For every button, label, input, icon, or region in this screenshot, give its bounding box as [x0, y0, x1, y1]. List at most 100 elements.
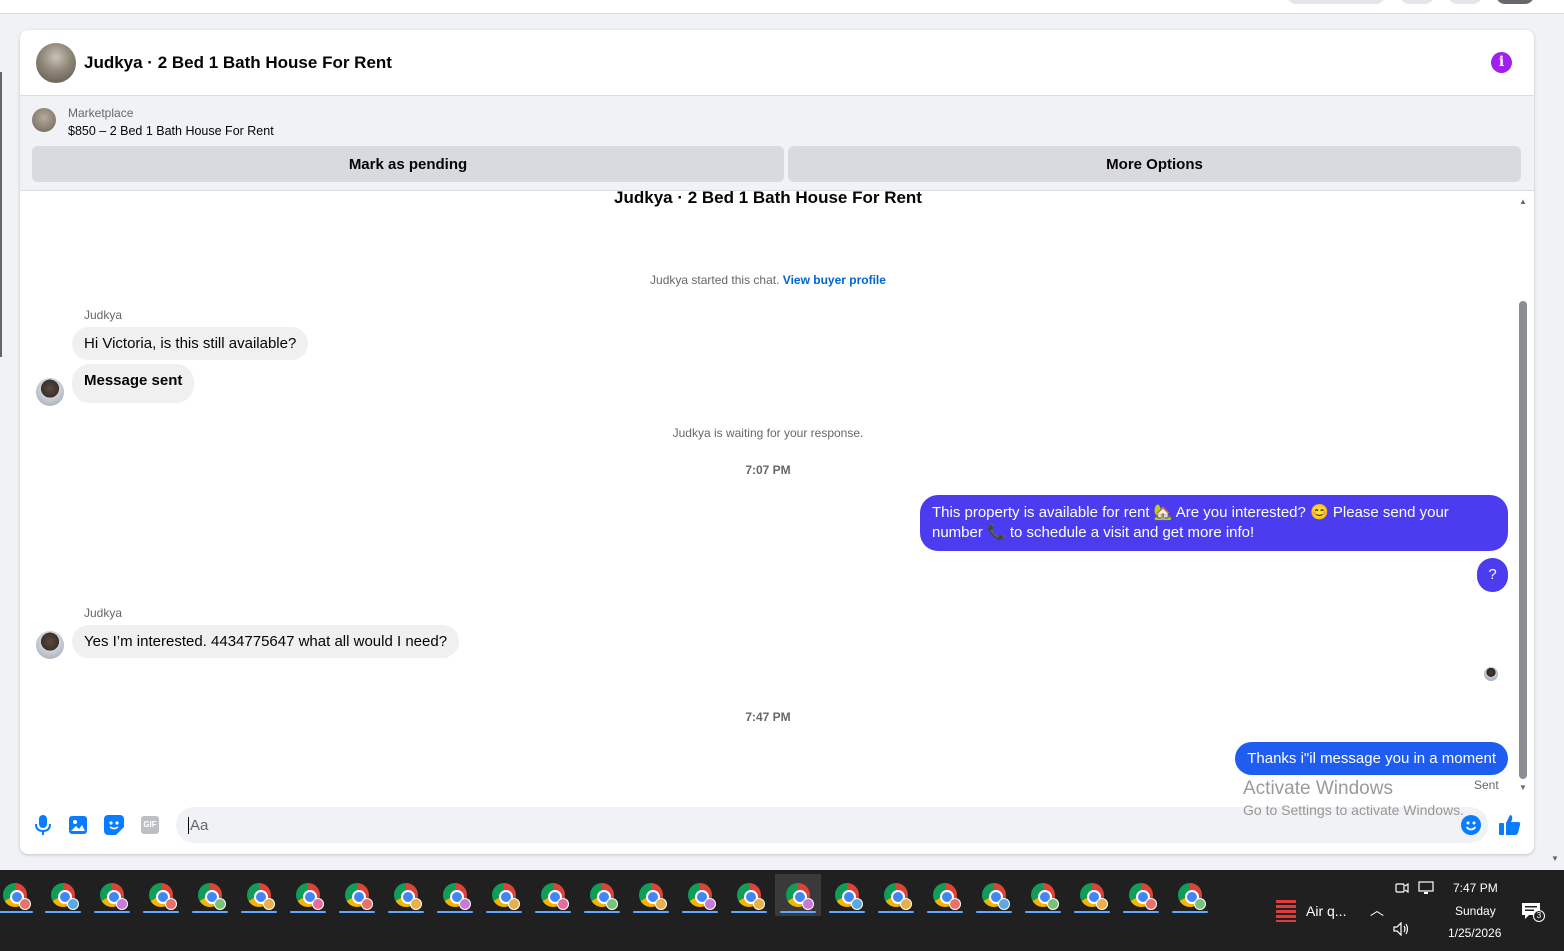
incoming-message[interactable]: Message sent	[72, 364, 195, 403]
air-quality-icon	[1276, 900, 1296, 922]
chrome-icon	[884, 883, 912, 910]
chrome-taskbar-app-active[interactable]	[775, 874, 821, 916]
chrome-taskbar-app[interactable]	[0, 874, 38, 916]
chrome-icon	[982, 883, 1010, 910]
chrome-icon	[443, 883, 471, 910]
chat-panel: Judkya · 2 Bed 1 Bath House For Rent i M…	[20, 30, 1534, 854]
top-nav-pill[interactable]	[1287, 0, 1385, 4]
clock-date[interactable]: 1/25/2026	[1448, 926, 1501, 940]
volume-icon[interactable]	[1393, 921, 1411, 939]
listing-thumbnail[interactable]	[32, 108, 56, 132]
buyer-avatar[interactable]	[36, 378, 64, 406]
chat-title[interactable]: Judkya · 2 Bed 1 Bath House For Rent	[84, 53, 392, 73]
more-options-button[interactable]: More Options	[788, 146, 1521, 182]
chrome-taskbar-app[interactable]	[1069, 874, 1115, 916]
chrome-taskbar-app[interactable]	[922, 874, 968, 916]
chrome-icon	[1178, 883, 1206, 910]
photo-icon[interactable]	[67, 814, 89, 836]
chrome-icon	[51, 883, 79, 910]
top-nav-button[interactable]	[1400, 0, 1434, 4]
chrome-icon	[296, 883, 324, 910]
message-placeholder: Aa	[190, 816, 209, 834]
chrome-taskbar-app[interactable]	[89, 874, 135, 916]
chrome-icon	[149, 883, 177, 910]
sender-name: Judkya	[84, 308, 123, 322]
chevron-up-icon[interactable]: ︿	[1370, 900, 1384, 920]
chrome-taskbar-app[interactable]	[1167, 874, 1213, 916]
listing-avatar[interactable]	[36, 42, 76, 83]
notification-count-badge: 3	[1533, 910, 1545, 922]
clock-day[interactable]: Sunday	[1455, 904, 1496, 918]
chrome-icon	[394, 883, 422, 910]
chrome-icon	[345, 883, 373, 910]
chrome-taskbar-app[interactable]	[187, 874, 233, 916]
chat-header: Judkya · 2 Bed 1 Bath House For Rent i	[20, 30, 1534, 95]
chrome-taskbar-app[interactable]	[873, 874, 919, 916]
info-icon[interactable]: i	[1491, 52, 1512, 73]
chrome-icon	[639, 883, 667, 910]
chrome-taskbar-app[interactable]	[824, 874, 870, 916]
outgoing-message[interactable]: ?	[1477, 558, 1508, 592]
chrome-icon	[1080, 883, 1108, 910]
gif-icon[interactable]: GIF	[139, 814, 161, 836]
chrome-icon	[3, 883, 31, 910]
chrome-taskbar-app[interactable]	[530, 874, 576, 916]
chrome-icon	[933, 883, 961, 910]
weather-widget[interactable]: Air q...	[1276, 900, 1346, 922]
listing-price-title[interactable]: $850 – 2 Bed 1 Bath House For Rent	[68, 124, 274, 138]
page-scroll-down-icon[interactable]: ▼	[1551, 854, 1559, 863]
top-nav-button[interactable]	[1448, 0, 1482, 4]
chrome-taskbar-app[interactable]	[971, 874, 1017, 916]
outgoing-message[interactable]: This property is available for rent 🏡 Ar…	[920, 495, 1508, 551]
chrome-taskbar-app[interactable]	[579, 874, 625, 916]
chrome-icon	[835, 883, 863, 910]
message-status: Sent	[1474, 778, 1499, 792]
chrome-taskbar-app[interactable]	[677, 874, 723, 916]
outgoing-message[interactable]: Thanks i"il message you in a moment	[1235, 742, 1508, 775]
activate-windows-watermark: Activate Windows Go to Settings to activ…	[1243, 778, 1464, 818]
chrome-taskbar-app[interactable]	[383, 874, 429, 916]
chrome-taskbar-app[interactable]	[285, 874, 331, 916]
chrome-taskbar-app[interactable]	[40, 874, 86, 916]
timestamp: 7:47 PM	[745, 710, 791, 724]
mark-as-pending-button[interactable]: Mark as pending	[32, 146, 784, 182]
network-icon[interactable]	[1418, 881, 1434, 898]
chrome-taskbar-app[interactable]	[138, 874, 184, 916]
chat-started-note: Judkya started this chat. View buyer pro…	[20, 273, 1516, 287]
conversation-scrollbar[interactable]: ▲ ▼	[1518, 197, 1528, 793]
notification-center-icon[interactable]: 3	[1521, 902, 1545, 923]
incoming-message[interactable]: Hi Victoria, is this still available?	[72, 327, 309, 360]
scroll-up-arrow-icon[interactable]: ▲	[1518, 197, 1528, 206]
scrollbar-thumb[interactable]	[1519, 301, 1527, 779]
incoming-message[interactable]: Yes I’m interested. 4434775647 what all …	[72, 625, 460, 658]
chrome-icon	[198, 883, 226, 910]
meet-now-icon[interactable]	[1395, 881, 1409, 898]
chrome-icon	[590, 883, 618, 910]
clock-time[interactable]: 7:47 PM	[1453, 881, 1498, 895]
thumbs-up-icon[interactable]	[1499, 814, 1521, 836]
chrome-taskbar-app[interactable]	[726, 874, 772, 916]
browser-page-top	[0, 0, 1564, 14]
chrome-taskbar-app[interactable]	[334, 874, 380, 916]
chrome-icon	[247, 883, 275, 910]
chrome-taskbar-app[interactable]	[481, 874, 527, 916]
microphone-icon[interactable]	[32, 814, 54, 836]
scroll-down-arrow-icon[interactable]: ▼	[1518, 783, 1528, 792]
chrome-taskbar-app[interactable]	[236, 874, 282, 916]
chrome-taskbar-app[interactable]	[628, 874, 674, 916]
timestamp: 7:07 PM	[745, 463, 791, 477]
chrome-icon	[492, 883, 520, 910]
conversation-title: Judkya · 2 Bed 1 Bath House For Rent	[614, 188, 922, 207]
buyer-avatar[interactable]	[36, 631, 64, 659]
sticker-icon[interactable]	[103, 814, 125, 836]
account-avatar[interactable]	[1496, 0, 1534, 4]
chrome-taskbar-app[interactable]	[1020, 874, 1066, 916]
chrome-icon	[786, 883, 814, 910]
seen-avatar	[1484, 667, 1498, 681]
waiting-note: Judkya is waiting for your response.	[672, 426, 864, 440]
view-buyer-profile-link[interactable]: View buyer profile	[783, 273, 886, 287]
weather-text: Air q...	[1306, 903, 1347, 919]
chrome-taskbar-app[interactable]	[432, 874, 478, 916]
chrome-taskbar-app[interactable]	[1118, 874, 1164, 916]
chrome-icon	[541, 883, 569, 910]
